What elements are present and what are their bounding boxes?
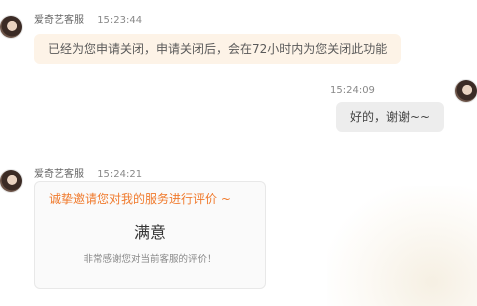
timestamp: 15:23:44 xyxy=(97,15,143,26)
sender-name: 爱奇艺客服 xyxy=(34,15,84,26)
user-avatar[interactable] xyxy=(455,80,477,102)
rating-thanks-text: 非常感谢您对当前客服的评价！ xyxy=(83,254,217,265)
user-message-bubble: 好的，谢谢~~ xyxy=(336,102,445,132)
message-meta: 爱奇艺客服 15:24:21 xyxy=(34,165,142,180)
agent-avatar[interactable] xyxy=(0,16,22,38)
rating-invite-link[interactable]: 诚挚邀请您对我的服务进行评价 ~ xyxy=(49,190,231,207)
sender-name: 爱奇艺客服 xyxy=(34,169,84,180)
background-watermark xyxy=(327,186,477,306)
message-meta: 爱奇艺客服 15:23:44 xyxy=(34,11,142,26)
timestamp: 15:24:21 xyxy=(97,169,143,180)
timestamp: 15:24:09 xyxy=(330,85,375,96)
rating-result: 满意 xyxy=(133,223,166,242)
agent-message-bubble: 已经为您申请关闭，申请关闭后，会在72小时内为您关闭此功能 xyxy=(34,34,402,64)
agent-avatar[interactable] xyxy=(0,170,22,192)
message-meta: 15:24:09 xyxy=(330,85,375,96)
rating-card: 诚挚邀请您对我的服务进行评价 ~ 满意 非常感谢您对当前客服的评价！ xyxy=(34,181,266,289)
